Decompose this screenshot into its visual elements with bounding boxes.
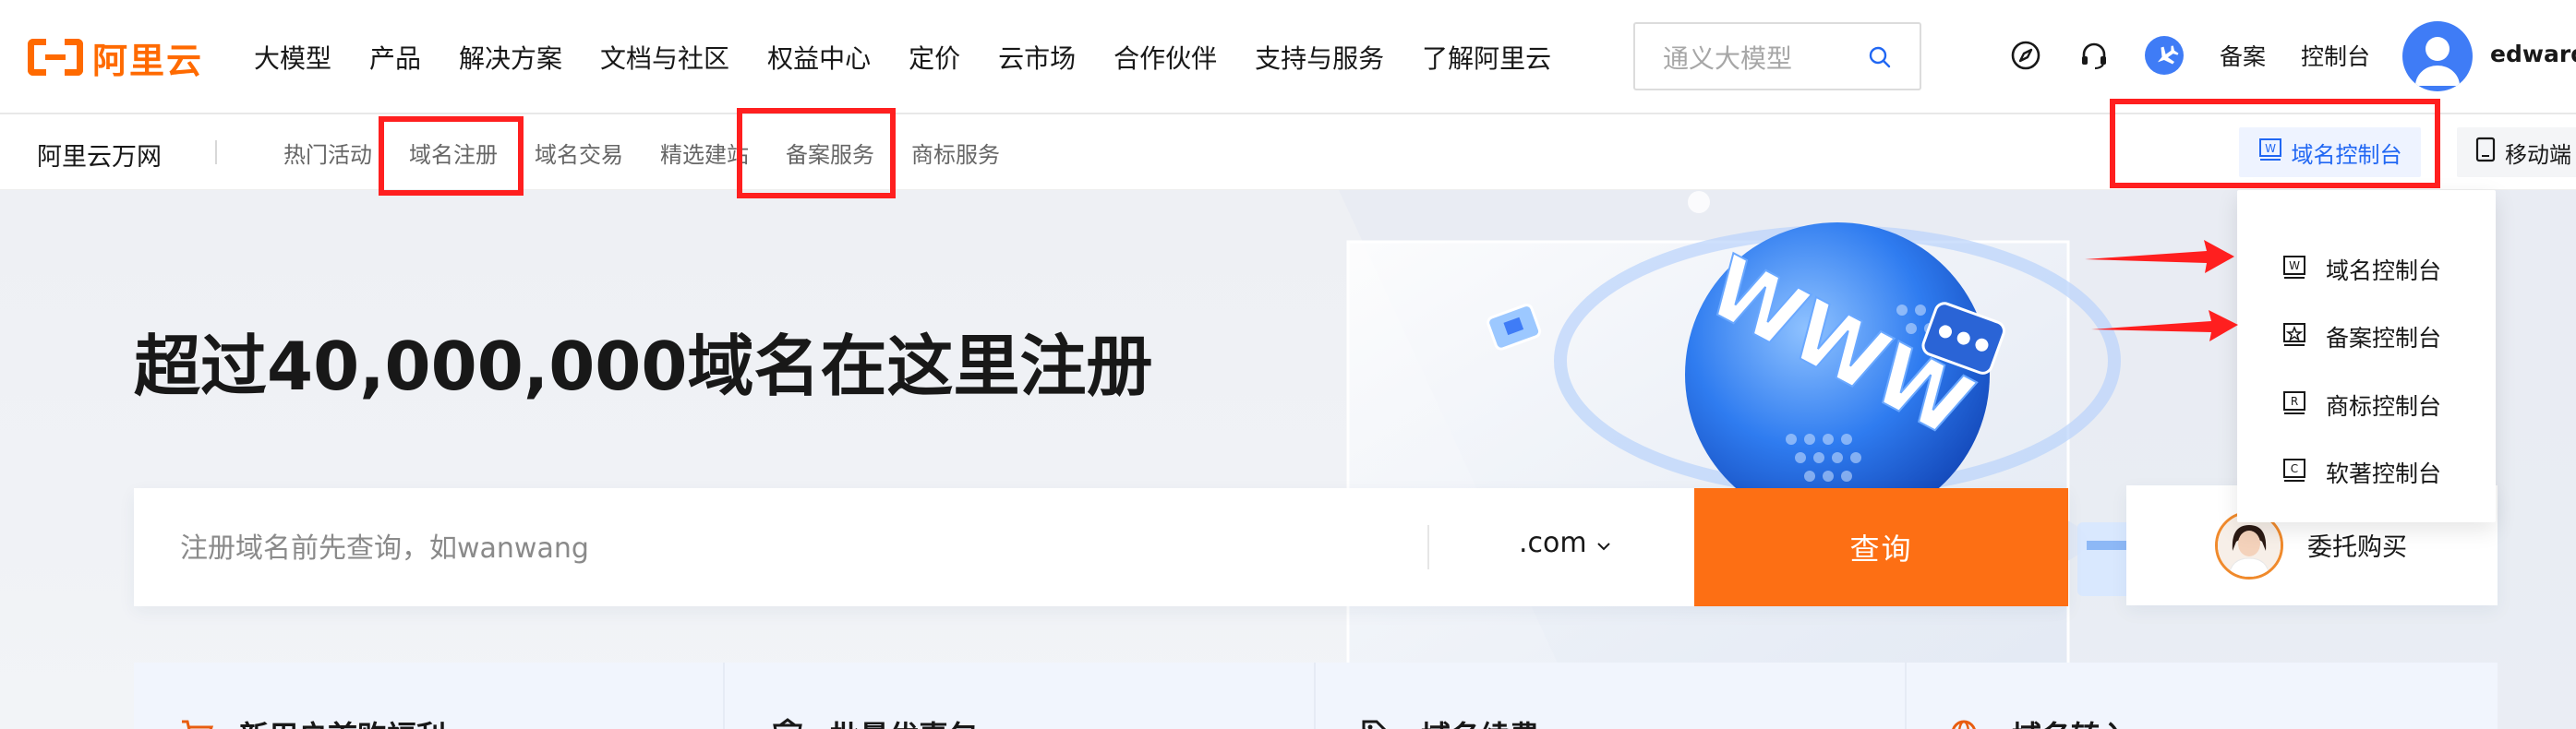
divider (215, 140, 217, 164)
nav-item-benefits[interactable]: 权益中心 (767, 39, 871, 76)
tag-icon (1360, 718, 1397, 729)
tld-value: .com (1519, 527, 1587, 559)
promo-label: 批量优惠包 (830, 713, 978, 729)
console-dropdown: W 域名控制台 备案控制台 R 商标控制台 C 软著控制台 (2237, 190, 2496, 522)
promo-item[interactable]: 新用户首购福利 (134, 663, 725, 729)
hero-title: 超过40,000,000域名在这里注册 (134, 328, 1153, 405)
nav-item-marketplace[interactable]: 云市场 (998, 39, 1076, 76)
aliyun-logo[interactable]: 阿里云 (28, 33, 203, 81)
nav-item-solutions[interactable]: 解决方案 (459, 39, 562, 76)
user-name[interactable]: edward. (2490, 41, 2576, 67)
dropdown-item-copyright-console[interactable]: C 软著控制台 (2281, 454, 2441, 491)
dropdown-item-label: 备案控制台 (2326, 325, 2442, 352)
search-icon[interactable] (1868, 45, 1892, 73)
promo-label: 新用户首购福利 (239, 713, 446, 729)
domain-console-icon: W (2281, 255, 2307, 284)
globe-icon (1951, 718, 1988, 729)
promo-item[interactable]: 批量优惠包 (725, 663, 1316, 729)
svg-text:R: R (2291, 395, 2298, 408)
header-link-console[interactable]: 控制台 (2301, 39, 2370, 72)
chevron-down-icon (1596, 527, 1611, 559)
subnav-item-trademark-service[interactable]: 商标服务 (911, 137, 1000, 169)
dropdown-item-label: 商标控制台 (2326, 393, 2442, 420)
divider (1427, 525, 1429, 569)
dropdown-item-domain-console[interactable]: W 域名控制台 (2281, 251, 2441, 288)
promo-item[interactable]: 域名续费 (1316, 663, 1907, 729)
main-nav: 大模型 产品 解决方案 文档与社区 权益中心 定价 云市场 合作伙伴 支持与服务… (254, 0, 1589, 114)
highlight-box-record-service (737, 108, 896, 198)
mobile-button[interactable]: 移动端 (2457, 127, 2576, 177)
trademark-console-icon: R (2281, 390, 2307, 420)
mobile-phone-icon (2475, 137, 2496, 168)
nav-item-llm[interactable]: 大模型 (254, 39, 331, 76)
dropdown-item-label: 软著控制台 (2326, 460, 2442, 487)
nav-item-products[interactable]: 产品 (369, 39, 421, 76)
gift-bag-icon (769, 718, 806, 729)
promo-label: 域名转入 (2012, 713, 2130, 729)
domain-search-bar: .com 查询 (134, 488, 2068, 606)
dropdown-item-record-console[interactable]: 备案控制台 (2281, 318, 2441, 355)
cart-icon (178, 718, 215, 729)
copyright-console-icon: C (2281, 458, 2307, 487)
nav-item-about[interactable]: 了解阿里云 (1422, 39, 1551, 76)
delegate-purchase-label: 委托购买 (2307, 533, 2407, 562)
promo-row: 新用户首购福利 批量优惠包 域名续费 域名转入 (134, 663, 2498, 729)
query-button[interactable]: 查询 (1694, 488, 2068, 606)
mobile-label: 移动端 (2505, 141, 2571, 168)
record-console-icon (2281, 322, 2307, 352)
compass-icon[interactable] (2007, 37, 2044, 74)
aliyun-logo-mark-icon (28, 39, 83, 76)
user-avatar[interactable] (2402, 21, 2473, 91)
promo-label: 域名续费 (1421, 713, 1539, 729)
domain-search-input[interactable] (178, 525, 1382, 571)
header-search[interactable] (1633, 22, 1921, 90)
highlight-box-domain-registration (379, 116, 524, 196)
svg-text:C: C (2291, 462, 2298, 475)
top-header: 阿里云 大模型 产品 解决方案 文档与社区 权益中心 定价 云市场 合作伙伴 支… (0, 0, 2576, 114)
hero-banner: WWW 超过40,000,000域名在这里注册 .com 查询 (0, 190, 2576, 729)
subnav-item-hot-activities[interactable]: 热门活动 (283, 137, 372, 169)
tld-select[interactable]: .com (1519, 527, 1611, 559)
svg-text:W: W (2289, 259, 2300, 272)
plane-icon[interactable] (2144, 35, 2185, 76)
globe-illustration: WWW (1339, 190, 2576, 729)
highlight-box-domain-console (2110, 99, 2440, 188)
dropdown-item-trademark-console[interactable]: R 商标控制台 (2281, 387, 2441, 424)
header-link-record[interactable]: 备案 (2220, 39, 2266, 72)
nav-item-docs-community[interactable]: 文档与社区 (600, 39, 729, 76)
nav-item-support[interactable]: 支持与服务 (1255, 39, 1384, 76)
subnav-item-site-building[interactable]: 精选建站 (660, 137, 749, 169)
nav-item-pricing[interactable]: 定价 (909, 39, 960, 76)
subnav-item-domain-trading[interactable]: 域名交易 (535, 137, 623, 169)
promo-item[interactable]: 域名转入 (1907, 663, 2498, 729)
nav-item-partners[interactable]: 合作伙伴 (1113, 39, 1217, 76)
wanwang-title[interactable]: 阿里云万网 (37, 137, 162, 173)
logo-text: 阿里云 (92, 40, 204, 81)
header-search-input[interactable] (1661, 39, 1868, 78)
headset-icon[interactable] (2076, 37, 2113, 74)
dropdown-item-label: 域名控制台 (2326, 257, 2442, 284)
